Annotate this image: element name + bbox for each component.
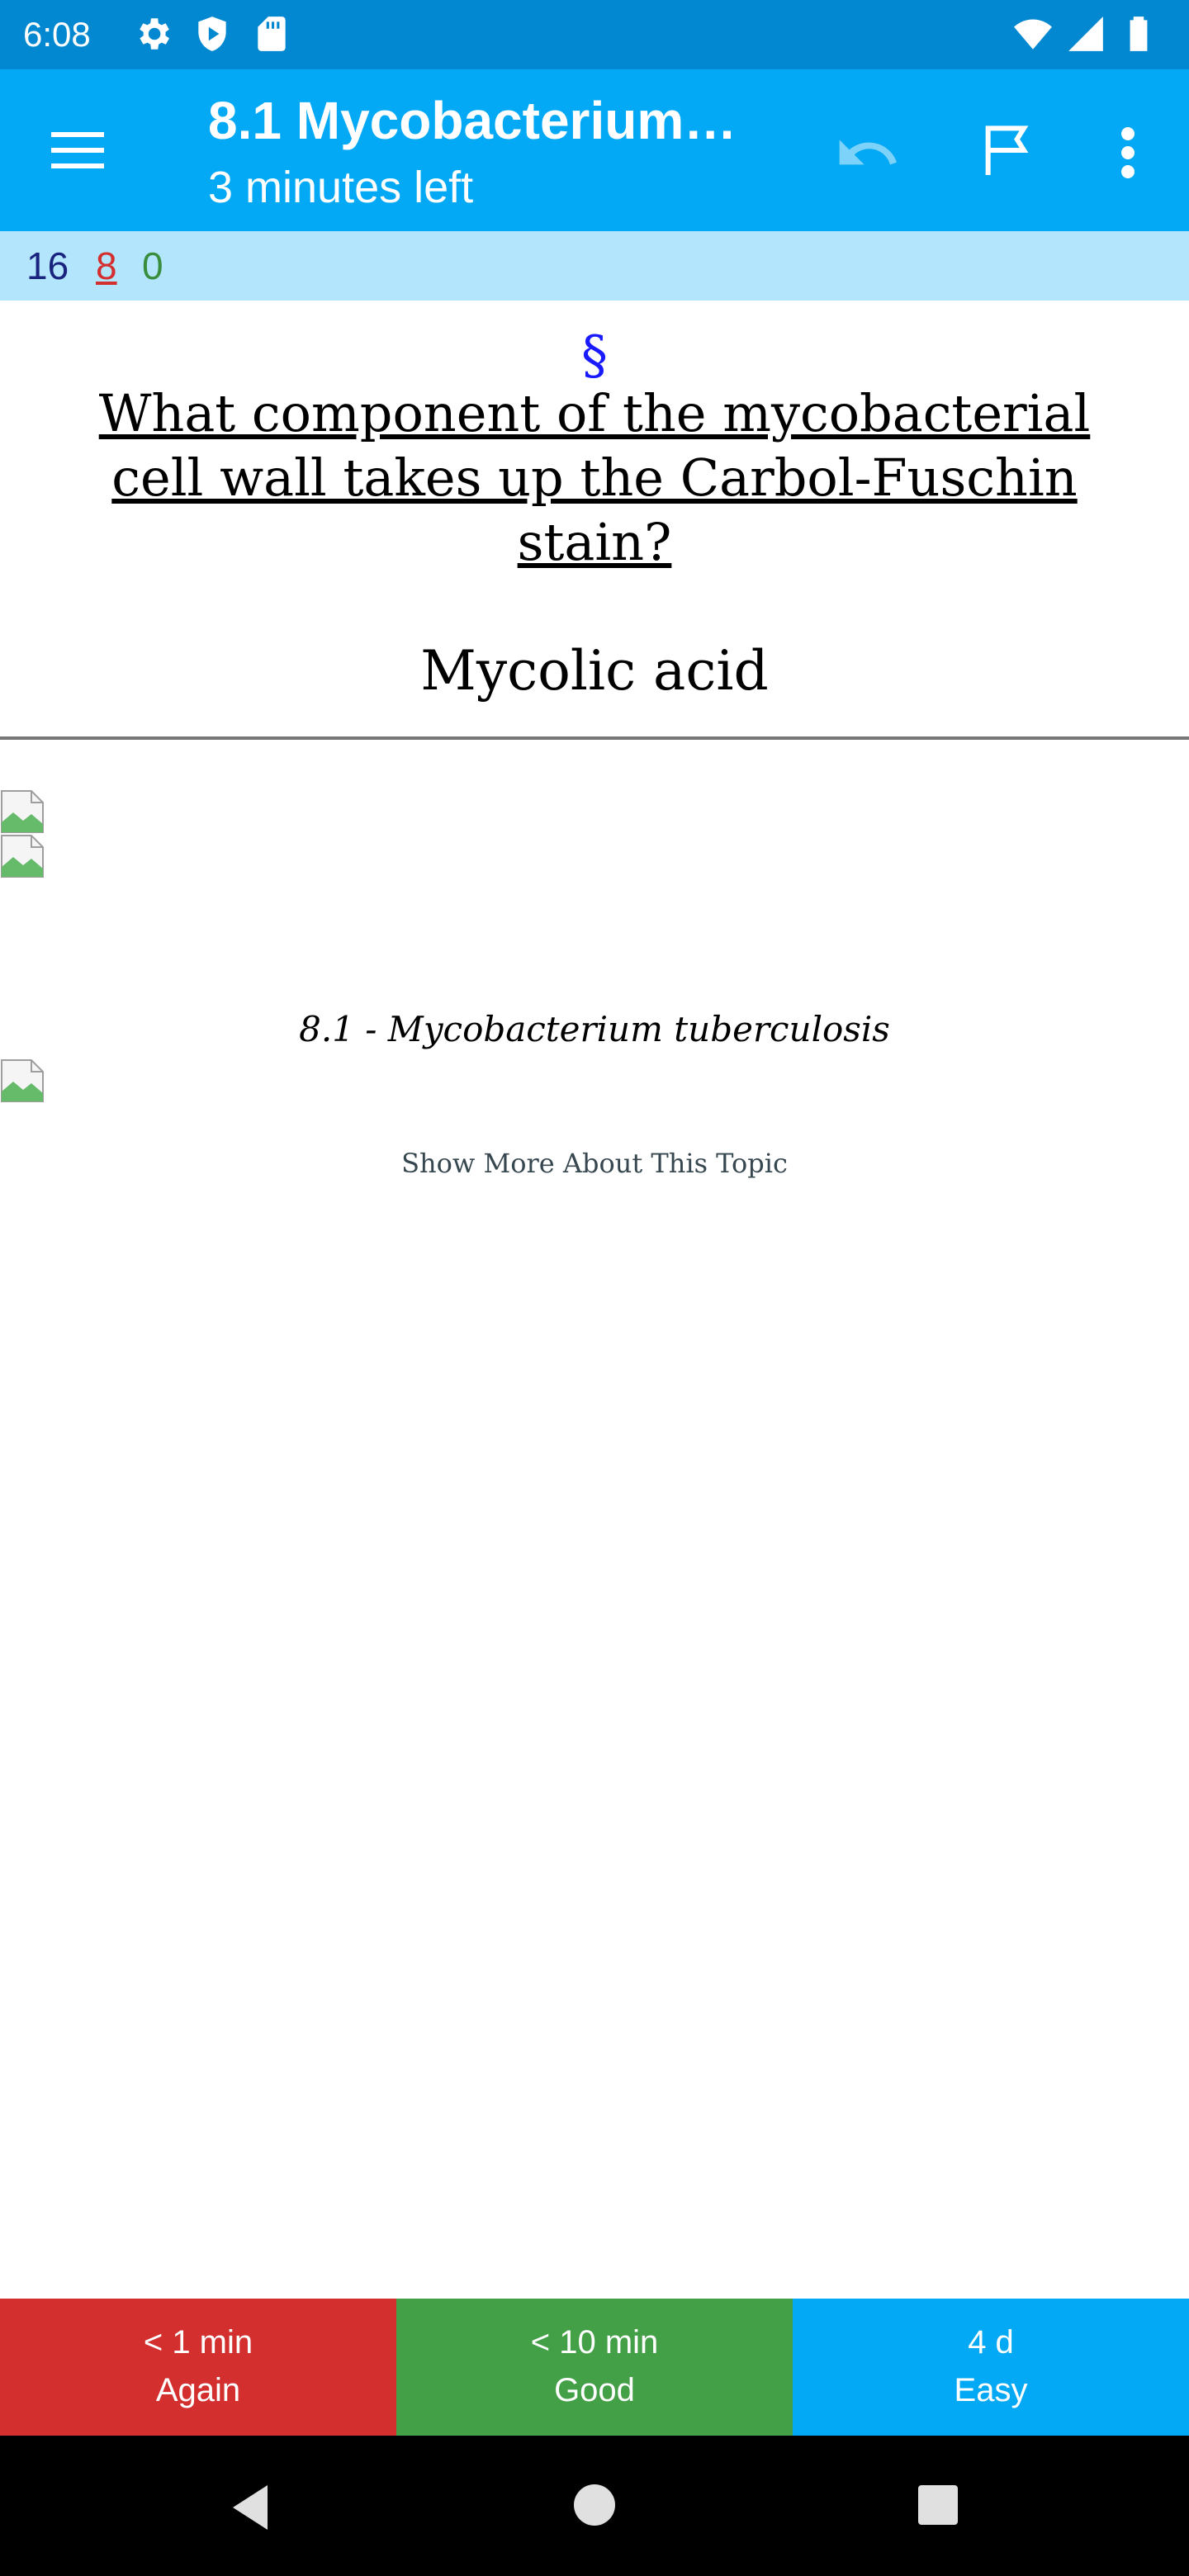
divider bbox=[0, 736, 1189, 740]
answer-text: Mycolic acid bbox=[420, 639, 769, 703]
recents-icon[interactable] bbox=[915, 2482, 961, 2528]
again-interval: < 1 min bbox=[143, 2324, 253, 2361]
question-text: What component of the mycobacterial cell… bbox=[98, 383, 1091, 572]
status-icons-right bbox=[1012, 13, 1159, 54]
good-button[interactable]: < 10 min Good bbox=[396, 2299, 793, 2436]
status-bar: 6:08 bbox=[0, 0, 1189, 69]
shield-icon bbox=[192, 13, 233, 54]
battery-icon bbox=[1118, 13, 1159, 54]
deck-title: 8.1 Mycobacterium… bbox=[208, 91, 737, 150]
status-icons-left bbox=[132, 13, 292, 54]
easy-label: Easy bbox=[954, 2372, 1028, 2408]
broken-image-icon bbox=[0, 834, 45, 878]
status-time: 6:08 bbox=[23, 15, 91, 54]
learning-count: 8 bbox=[96, 244, 117, 287]
back-icon[interactable] bbox=[221, 2479, 279, 2536]
flag-icon[interactable] bbox=[974, 117, 1040, 183]
undo-icon[interactable] bbox=[832, 121, 902, 187]
topic-caption: 8.1 - Mycobacterium tuberculosis bbox=[299, 1009, 890, 1049]
easy-interval: 4 d bbox=[968, 2324, 1014, 2361]
menu-icon[interactable] bbox=[48, 124, 107, 177]
good-label: Good bbox=[554, 2372, 635, 2408]
broken-image-icon bbox=[0, 1058, 45, 1103]
new-count: 16 bbox=[26, 244, 69, 287]
show-more-link[interactable]: Show More About This Topic bbox=[0, 1148, 1189, 1179]
card-counts-bar: 16 8 0 bbox=[0, 231, 1189, 301]
good-interval: < 10 min bbox=[530, 2324, 659, 2361]
review-count: 0 bbox=[142, 244, 163, 287]
again-button[interactable]: < 1 min Again bbox=[0, 2299, 396, 2436]
answer-buttons: < 1 min Again < 10 min Good 4 d Easy bbox=[0, 2299, 1189, 2436]
section-mark: § bbox=[581, 325, 608, 386]
time-left-subtitle: 3 minutes left bbox=[208, 163, 474, 212]
wifi-icon bbox=[1012, 13, 1054, 54]
more-vert-icon[interactable] bbox=[1103, 116, 1153, 190]
again-label: Again bbox=[155, 2372, 241, 2408]
broken-image-icon bbox=[0, 789, 45, 834]
easy-button[interactable]: 4 d Easy bbox=[793, 2299, 1189, 2436]
sd-card-icon bbox=[251, 13, 292, 54]
app-bar: 8.1 Mycobacterium… 3 minutes left bbox=[0, 69, 1189, 231]
home-icon[interactable] bbox=[571, 2482, 618, 2528]
system-nav-bar bbox=[0, 2436, 1189, 2576]
card-content: § What component of the mycobacterial ce… bbox=[0, 301, 1189, 2299]
signal-icon bbox=[1065, 13, 1106, 54]
settings-icon bbox=[132, 13, 173, 54]
